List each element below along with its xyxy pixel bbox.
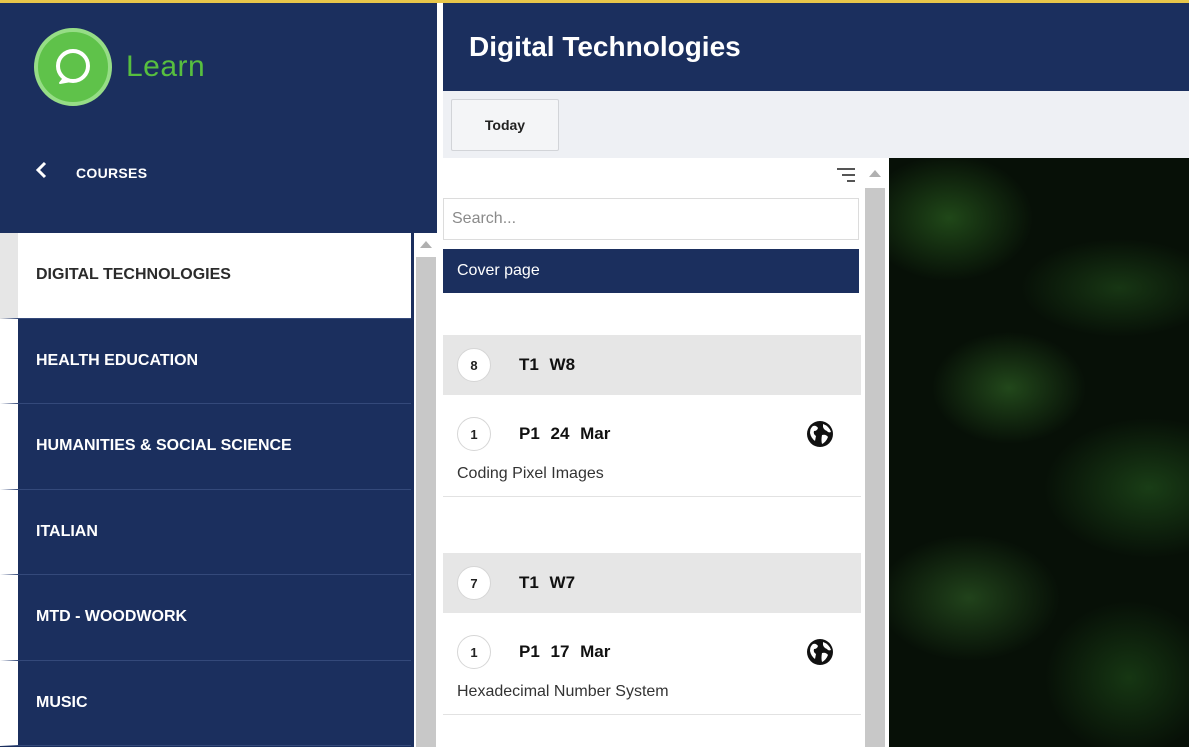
- cover-preview-image: [889, 158, 1189, 747]
- search-input[interactable]: [443, 198, 859, 240]
- scrollbar-thumb[interactable]: [416, 257, 436, 747]
- course-item-italian[interactable]: ITALIAN: [0, 489, 411, 575]
- toolbar: Today: [443, 91, 1189, 158]
- course-label: MTD - WOODWORK: [36, 608, 188, 626]
- lesson-title: Hexadecimal Number System: [457, 683, 669, 700]
- scroll-up-icon[interactable]: [420, 241, 432, 248]
- lesson-item[interactable]: 1 P1 24 Mar Coding Pixel Images: [443, 395, 861, 497]
- lesson-item[interactable]: 1 P1 17 Mar Hexadecimal Number System: [443, 613, 861, 715]
- chevron-left-icon: [34, 161, 54, 185]
- globe-icon[interactable]: [805, 419, 835, 449]
- lesson-title: Coding Pixel Images: [457, 465, 604, 482]
- week-label: T1 W8: [519, 355, 576, 374]
- page-title: Digital Technologies: [469, 31, 741, 62]
- week-header[interactable]: 7 T1 W7: [443, 553, 861, 613]
- sort-icon[interactable]: [837, 168, 855, 182]
- course-item-mtd-woodwork[interactable]: MTD - WOODWORK: [0, 575, 411, 661]
- week-number-badge: 8: [457, 348, 491, 382]
- lesson-period-date: P1 17 Mar: [519, 642, 611, 661]
- course-item-health-education[interactable]: HEALTH EDUCATION: [0, 318, 411, 404]
- scroll-up-icon[interactable]: [869, 170, 881, 177]
- learn-logo-icon: [34, 28, 112, 106]
- course-list-scrollbar[interactable]: [414, 233, 438, 747]
- course-label: MUSIC: [36, 693, 88, 711]
- week-label: T1 W7: [519, 573, 576, 592]
- page-header: Digital Technologies: [443, 3, 1189, 91]
- brand[interactable]: Learn: [34, 27, 205, 107]
- course-item-music[interactable]: MUSIC: [0, 660, 411, 746]
- brand-name: Learn: [126, 50, 206, 83]
- course-label: HEALTH EDUCATION: [36, 351, 199, 369]
- lesson-number-badge: 1: [457, 635, 491, 669]
- course-item-humanities[interactable]: HUMANITIES & SOCIAL SCIENCE: [0, 404, 411, 490]
- course-label: ITALIAN: [36, 522, 98, 540]
- scrollbar-thumb[interactable]: [865, 188, 885, 747]
- course-label: DIGITAL TECHNOLOGIES: [36, 266, 231, 284]
- lesson-period-date: P1 24 Mar: [519, 424, 611, 443]
- back-to-courses-button[interactable]: COURSES: [34, 161, 147, 185]
- course-item-digital-technologies[interactable]: DIGITAL TECHNOLOGIES: [0, 233, 411, 319]
- course-label: HUMANITIES & SOCIAL SCIENCE: [36, 437, 292, 455]
- back-label: COURSES: [76, 165, 148, 181]
- week-header[interactable]: 8 T1 W8: [443, 335, 861, 395]
- lesson-number-badge: 1: [457, 417, 491, 451]
- week-number-badge: 7: [457, 566, 491, 600]
- lessons-panel: Cover page 8 T1 W8 1 P1 24 Mar Coding Pi…: [443, 158, 861, 747]
- course-list: DIGITAL TECHNOLOGIES HEALTH EDUCATION HU…: [0, 233, 411, 747]
- globe-icon[interactable]: [805, 637, 835, 667]
- cover-page-item[interactable]: Cover page: [443, 249, 859, 293]
- today-button[interactable]: Today: [451, 99, 559, 151]
- lessons-scrollbar[interactable]: [861, 158, 889, 747]
